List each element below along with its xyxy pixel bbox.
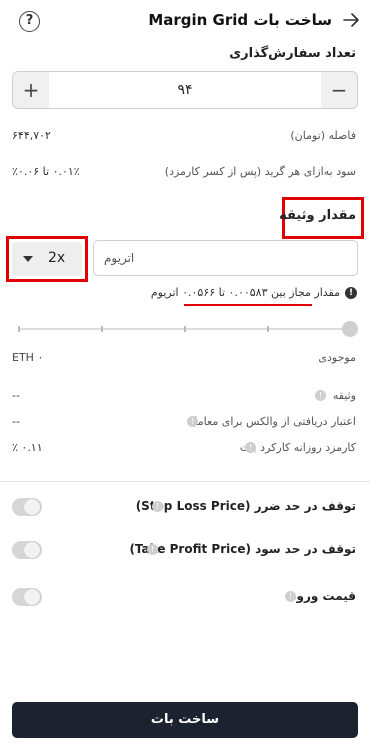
collateral-input-placeholder: اتریوم [104,251,135,265]
detail-row: وثیقه ! -- [0,382,370,406]
toggle-knob [24,589,40,605]
slider-tick [101,326,103,332]
range-underline [184,304,312,306]
slider-tick [18,326,20,332]
detail-value: -- [12,389,20,402]
leverage-value: 2x [48,250,66,266]
detail-value: -- [12,415,20,428]
slider-handle[interactable] [342,321,358,337]
take-profit-row: توقف در حد سود (Take Profit Price) ! [0,538,370,562]
header: ? ساخت بات Margin Grid [0,0,370,40]
entry-price-label: قیمت ورود [290,589,356,603]
distance-label: فاصله (تومان) [290,129,356,142]
create-bot-button[interactable]: ساخت بات [12,702,358,738]
collateral-title: مقدار وثیقه [279,208,356,223]
distance-value: ۶۴۴,۷۰۲ [12,129,51,142]
divider [0,481,370,482]
order-count-label: تعداد سفارش‌گذاری [229,46,356,61]
slider-tick [267,326,269,332]
balance-value: ETH ۰ [12,351,44,364]
stop-loss-toggle[interactable] [12,498,42,516]
profit-label: سود به‌ازای هر گرید (پس از کسر کارمزد) [164,165,356,178]
info-icon: ! [315,390,326,401]
info-icon: ! [285,591,296,602]
info-icon: ! [245,442,256,453]
slider-tick [184,326,186,332]
info-icon: ! [147,544,158,555]
leverage-select[interactable]: 2x [12,242,82,276]
stop-loss-label: توقف در حد ضرر (Stop Loss Price) [135,499,356,513]
detail-label: وثیقه [332,389,356,402]
detail-row: اعتبار دریافتی از والکس برای معامله ! -- [0,408,370,432]
page-title: ساخت بات Margin Grid [148,11,332,29]
order-count-input[interactable]: ۹۴ [49,72,321,108]
profit-value: ۰.۰۱٪ تا ۰.۰۶٪ [12,165,80,178]
info-icon: ! [152,501,163,512]
balance-label: موجودی [318,351,356,364]
chevron-down-icon [23,256,33,262]
detail-row: کارمزد روزانه کارکرد بات ! ۰.۱۱ ٪ [0,434,370,458]
increment-button[interactable]: + [13,72,49,108]
detail-label: اعتبار دریافتی از والکس برای معامله [188,415,356,428]
help-icon[interactable]: ? [19,11,40,32]
info-icon: ! [345,287,357,299]
collateral-input[interactable]: اتریوم [93,240,358,276]
details-list: وثیقه ! -- اعتبار دریافتی از والکس برای … [0,382,370,462]
decrement-button[interactable]: − [321,72,357,108]
toggle-knob [24,542,40,558]
take-profit-label: توقف در حد سود (Take Profit Price) [129,542,356,556]
range-text: مقدار مجاز بین ۰.۰۰۵۸۳ تا ۰.۰۵۶۶ اتریوم [150,286,340,299]
toggle-knob [24,499,40,515]
collateral-slider[interactable] [12,320,358,338]
order-count-stepper: + ۹۴ − [12,71,358,109]
info-icon: ! [187,416,198,427]
entry-price-row: قیمت ورود ! [0,585,370,609]
take-profit-toggle[interactable] [12,541,42,559]
entry-price-toggle[interactable] [12,588,42,606]
detail-value: ۰.۱۱ ٪ [12,441,43,454]
back-arrow-icon[interactable] [342,11,360,29]
stop-loss-row: توقف در حد ضرر (Stop Loss Price) ! [0,495,370,519]
detail-label: کارمزد روزانه کارکرد بات [239,441,356,454]
